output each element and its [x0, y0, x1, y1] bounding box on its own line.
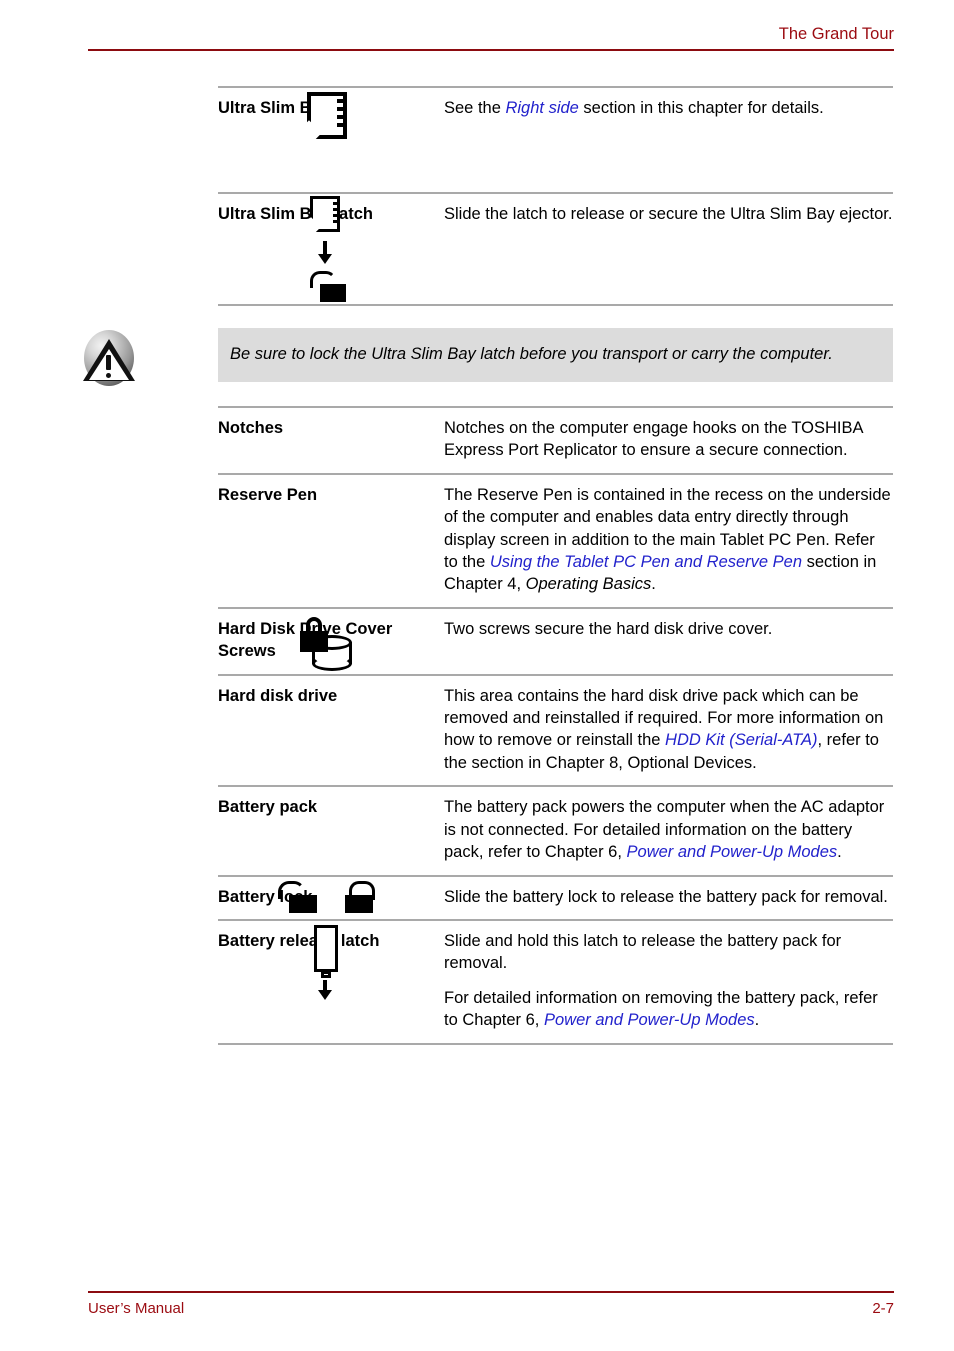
- description-text: Slide the latch to release or secure the…: [444, 205, 893, 223]
- spec-table-lower: Notches Notches on the computer engage h…: [218, 406, 893, 1045]
- link-right-side[interactable]: Right side: [505, 99, 578, 117]
- table-row: Notches Notches on the computer engage h…: [218, 408, 893, 473]
- page-footer: User’s Manual 2-7: [88, 1291, 894, 1317]
- term-label: Notches: [218, 419, 284, 437]
- ultra-slim-bay-latch-icon: [218, 196, 436, 302]
- page-content: Ultra Slim Bay See the Right side sectio…: [0, 86, 954, 1045]
- spec-table-upper: Ultra Slim Bay See the Right side sectio…: [218, 86, 893, 306]
- description-text: Notches on the computer engage hooks on …: [444, 419, 863, 460]
- description-text: See the Right side section in this chapt…: [444, 99, 824, 117]
- table-bottom-border: [218, 1042, 893, 1045]
- closed-padlock-icon: [342, 880, 376, 913]
- table-row: Battery pack The battery pack powers the…: [218, 787, 893, 874]
- link-using-tablet-pc-pen[interactable]: Using the Tablet PC Pen and Reserve Pen: [490, 553, 802, 571]
- hdd-lock-icon: [218, 615, 436, 671]
- link-power-and-power-up-modes[interactable]: Power and Power-Up Modes: [544, 1011, 755, 1029]
- row-separator: [218, 304, 893, 306]
- description-text: This area contains the hard disk drive p…: [444, 686, 884, 772]
- table-row: Ultra Slim Bay See the Right side sectio…: [218, 88, 893, 192]
- ultra-slim-bay-icon: [218, 92, 436, 146]
- battery-lock-icons: [218, 880, 436, 913]
- description-text: Slide and hold this latch to release the…: [444, 931, 878, 1030]
- caution-text: Be sure to lock the Ultra Slim Bay latch…: [218, 328, 893, 382]
- page-header: The Grand Tour: [88, 24, 894, 51]
- term-label: Hard disk drive: [218, 686, 338, 705]
- link-power-and-power-up-modes[interactable]: Power and Power-Up Modes: [627, 843, 838, 861]
- description-text: The Reserve Pen is contained in the rece…: [444, 485, 891, 594]
- link-hdd-kit[interactable]: HDD Kit (Serial-ATA): [665, 731, 817, 749]
- chapter-title: The Grand Tour: [778, 25, 894, 43]
- term-label: Battery pack: [218, 798, 318, 817]
- header-rule: [88, 49, 894, 51]
- table-row: Hard disk drive This area contains the h…: [218, 676, 893, 786]
- table-row: Battery lock Slide the battery lock to r…: [218, 877, 893, 919]
- table-row: Hard Disk Drive Cover Screws Two screws …: [218, 609, 893, 674]
- warning-triangle-icon: [0, 330, 218, 386]
- caution-block: Be sure to lock the Ultra Slim Bay latch…: [83, 328, 893, 386]
- open-padlock-icon: [278, 880, 320, 913]
- table-row: Reserve Pen The Reserve Pen is contained…: [218, 475, 893, 607]
- italic-operating-basics: Operating Basics: [525, 575, 652, 594]
- battery-release-latch-icon: [218, 924, 436, 1001]
- description-text: The battery pack powers the computer whe…: [444, 798, 885, 862]
- manual-label: User’s Manual: [88, 1300, 185, 1317]
- description-text: Two screws secure the hard disk drive co…: [444, 619, 773, 638]
- open-padlock-icon: [306, 271, 348, 302]
- term-label: Reserve Pen: [218, 485, 318, 504]
- page-number: 2-7: [872, 1300, 894, 1317]
- table-row: Battery release latch Slide and hold thi…: [218, 921, 893, 1043]
- description-text: Slide the battery lock to release the ba…: [444, 887, 888, 906]
- table-row: Ultra Slim Bay latch Slide the latch to …: [218, 194, 893, 304]
